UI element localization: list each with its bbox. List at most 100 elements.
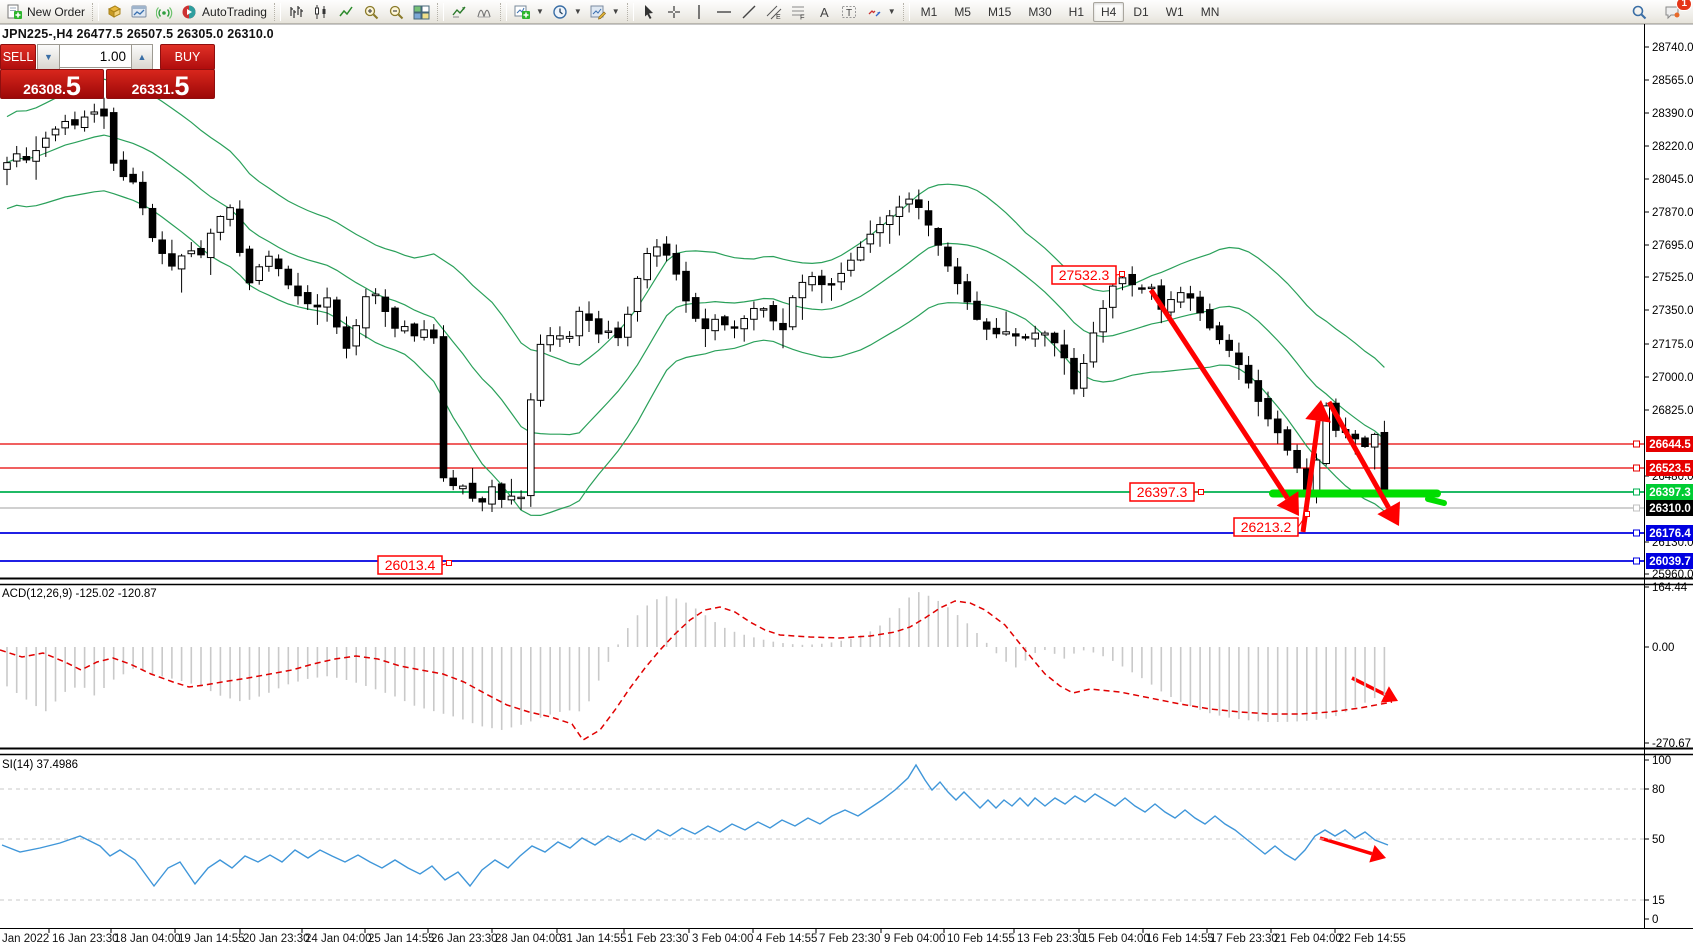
time-axis-label[interactable]: 9 Feb 04:00 — [884, 933, 945, 945]
timeframe-w1-button[interactable]: W1 — [1158, 2, 1192, 22]
time-axis-label[interactable]: 24 Jan 04:00 — [305, 933, 372, 945]
vline-icon — [691, 4, 708, 20]
candlestick-series — [4, 98, 1388, 512]
periods-button[interactable]: ▼ — [548, 2, 586, 21]
timeframe-h1-button[interactable]: H1 — [1061, 2, 1092, 22]
time-axis-label[interactable]: Jan 2022 — [2, 933, 49, 945]
channel-icon: E — [766, 4, 783, 20]
autotrading-icon — [181, 4, 198, 20]
cursor-tool-button[interactable] — [637, 2, 662, 21]
zoom-out-button[interactable] — [384, 2, 409, 21]
svg-text:26397.3: 26397.3 — [1649, 487, 1691, 499]
price-tick-label: 27175.0 — [1652, 339, 1693, 351]
chevron-down-icon: ▼ — [612, 7, 620, 16]
time-axis-label[interactable]: 4 Feb 14:55 — [756, 933, 817, 945]
horizontal-line-tool-button[interactable] — [712, 2, 737, 21]
price-tick-label: 26825.0 — [1652, 405, 1693, 417]
time-axis-label[interactable]: 16 Jan 23:30 — [52, 933, 119, 945]
indicators-icon — [451, 4, 468, 20]
zoom-in-button[interactable] — [359, 2, 384, 21]
macd-axis-label: 0.00 — [1652, 642, 1674, 654]
volume-input[interactable] — [59, 44, 132, 68]
svg-text:F: F — [800, 12, 805, 20]
cycles-button[interactable] — [472, 2, 497, 21]
chevron-up-icon: ▲ — [138, 52, 147, 62]
new-order-button[interactable]: New Order — [2, 2, 89, 21]
price-annotation-26397.3[interactable]: 26397.3 — [1130, 483, 1204, 501]
svg-text:26039.7: 26039.7 — [1649, 556, 1691, 568]
time-axis-label[interactable]: 25 Jan 14:55 — [368, 933, 435, 945]
tile-windows-button[interactable] — [409, 2, 434, 21]
rsi-axis-label: 100 — [1652, 755, 1671, 767]
timeframe-h4-button[interactable]: H4 — [1093, 2, 1124, 22]
rsi-trend-arrow[interactable] — [1320, 838, 1386, 862]
time-axis-label[interactable]: 28 Jan 04:00 — [495, 933, 562, 945]
charts-window-button[interactable] — [127, 2, 152, 21]
one-click-price-row: 26308.5 26331.5 — [0, 69, 213, 97]
price-annotation-26013.4[interactable]: 26013.4 — [378, 556, 452, 574]
timeframe-d1-button[interactable]: D1 — [1125, 2, 1156, 22]
mt4-window: New OrderAutoTrading▼▼▼EFAT▼M1M5M15M30H1… — [0, 0, 1693, 946]
autotrading-button[interactable]: AutoTrading — [177, 2, 271, 21]
timeframe-mn-button[interactable]: MN — [1193, 2, 1228, 22]
macd-axis-label: 164.44 — [1652, 582, 1688, 594]
vertical-line-tool-button[interactable] — [687, 2, 712, 21]
candlestick-chart-type-button[interactable] — [309, 2, 334, 21]
bar-chart-type-button[interactable] — [284, 2, 309, 21]
sell-button[interactable]: SELL — [0, 44, 36, 70]
timeframe-m1-button[interactable]: M1 — [913, 2, 946, 22]
price-annotation-27532.3[interactable]: 27532.3 — [1052, 266, 1125, 284]
timeframe-m5-button[interactable]: M5 — [946, 2, 979, 22]
timeframe-m15-button[interactable]: M15 — [980, 2, 1019, 22]
time-axis-label[interactable]: 20 Jan 23:30 — [243, 933, 310, 945]
zoom-out-icon — [388, 4, 405, 20]
time-axis-label[interactable]: 7 Feb 23:30 — [819, 933, 880, 945]
trendline-tool-button[interactable] — [737, 2, 762, 21]
time-axis-label[interactable]: 19 Jan 14:55 — [178, 933, 245, 945]
arrows-tool-button[interactable]: ▼ — [862, 2, 900, 21]
time-axis-label[interactable]: 1 Feb 23:30 — [627, 933, 688, 945]
equidistant-channel-tool-button[interactable]: E — [762, 2, 787, 21]
chart-canvas: 27532.326397.326213.226013.428740.028565… — [0, 0, 1693, 946]
signals-button[interactable] — [152, 2, 177, 21]
fibonacci-retracement-button[interactable]: F — [787, 2, 812, 21]
buy-price[interactable]: 26331.5 — [106, 69, 215, 99]
toolbar-separator — [500, 3, 507, 21]
time-axis-label[interactable]: 31 Jan 14:55 — [560, 933, 627, 945]
new-chart-button[interactable]: ▼ — [510, 2, 548, 21]
time-axis-label[interactable]: 13 Feb 23:30 — [1017, 933, 1085, 945]
text-label-tool-button[interactable]: T — [837, 2, 862, 21]
templates-button[interactable]: ▼ — [586, 2, 624, 21]
time-axis-label[interactable]: 17 Feb 23:30 — [1210, 933, 1278, 945]
time-axis-label[interactable]: 21 Feb 04:00 — [1274, 933, 1342, 945]
time-axis-label[interactable]: 15 Feb 04:00 — [1082, 933, 1150, 945]
time-axis-label[interactable]: 26 Jan 23:30 — [431, 933, 498, 945]
toolbar-separator — [92, 3, 99, 21]
timeframe-group: M1M5M15M30H1H4D1W1MN — [913, 2, 1228, 22]
indicators-button[interactable] — [447, 2, 472, 21]
volume-increase-button[interactable]: ▲ — [131, 44, 153, 70]
svg-text:26397.3: 26397.3 — [1137, 484, 1188, 500]
bollinger-upper-band — [7, 79, 1384, 367]
rsi-indicator-label: SI(14) 37.4986 — [2, 759, 78, 771]
time-axis-label[interactable]: 10 Feb 14:55 — [947, 933, 1015, 945]
volume-decrease-button[interactable]: ▼ — [37, 44, 60, 70]
buy-button[interactable]: BUY — [160, 44, 215, 70]
time-axis-label[interactable]: 16 Feb 14:55 — [1146, 933, 1214, 945]
crosshair-tool-button[interactable] — [662, 2, 687, 21]
price-tick-label: 27525.0 — [1652, 272, 1693, 284]
time-axis-label[interactable]: 18 Jan 04:00 — [114, 933, 181, 945]
timeframe-m30-button[interactable]: M30 — [1020, 2, 1059, 22]
search-icon[interactable] — [1627, 2, 1652, 21]
autotrading-button-label: AutoTrading — [202, 5, 267, 19]
sell-price[interactable]: 26308.5 — [0, 69, 104, 99]
profile-button[interactable] — [102, 2, 127, 21]
time-axis-label[interactable]: 3 Feb 04:00 — [692, 933, 753, 945]
trend-arrow-1[interactable] — [1151, 290, 1299, 516]
time-axis-label[interactable]: 22 Feb 14:55 — [1338, 933, 1406, 945]
toolbar-separator — [437, 3, 444, 21]
cursor-icon — [641, 4, 658, 20]
symbol-ohlc-line: JPN225-,H4 26477.5 26507.5 26305.0 26310… — [2, 27, 274, 41]
line-chart-type-button[interactable] — [334, 2, 359, 21]
text-tool-button[interactable]: A — [812, 2, 837, 21]
